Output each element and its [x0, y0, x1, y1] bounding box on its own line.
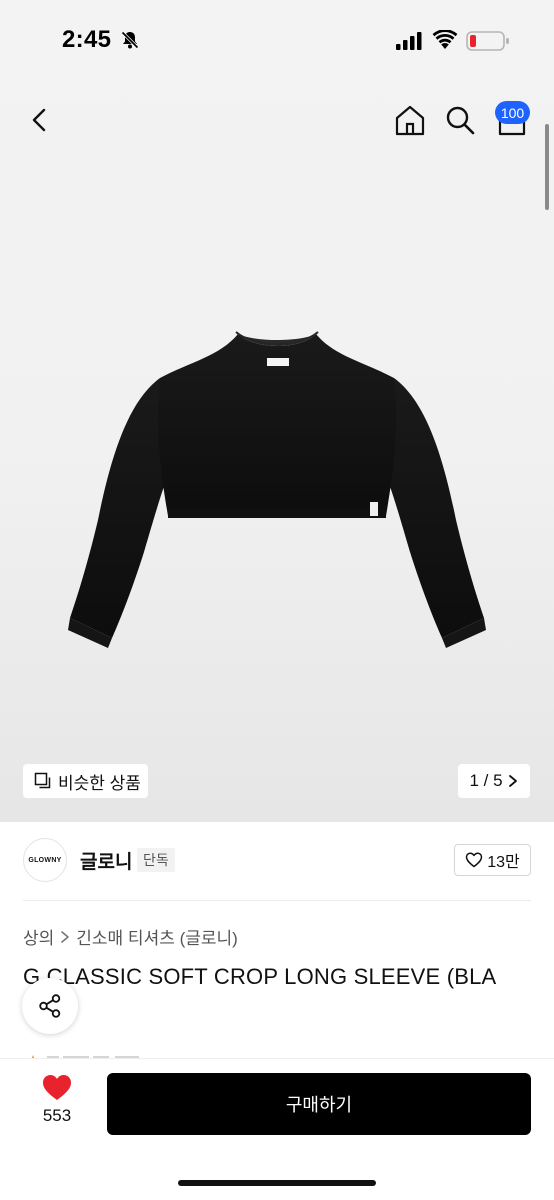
chevron-right-icon: [508, 775, 517, 787]
brand-like-button[interactable]: 13만: [454, 844, 531, 876]
search-icon[interactable]: [442, 102, 478, 138]
gallery-page-indicator[interactable]: 1 / 5: [458, 764, 530, 798]
product-like-count: 553: [42, 1106, 72, 1125]
breadcrumb-subcategory[interactable]: 긴소매 티셔츠 (글로니): [76, 924, 238, 949]
buy-button[interactable]: 구매하기: [107, 1073, 531, 1135]
product-gallery[interactable]: 2:45 100 비슷한 상품 1 / 5: [0, 0, 554, 822]
heart-filled-icon: [43, 1075, 71, 1100]
similar-icon: [34, 772, 51, 789]
heart-outline-icon: [465, 852, 483, 868]
brand-logo-text: GLOWNY: [28, 856, 62, 864]
brand-like-count: 13만: [487, 854, 520, 871]
exclusive-badge: 단독: [137, 848, 175, 872]
share-icon: [39, 994, 61, 1018]
brand-logo[interactable]: GLOWNY: [23, 838, 67, 882]
divider: [23, 900, 531, 901]
wifi-icon: [432, 30, 458, 49]
scroll-indicator: [545, 124, 549, 210]
product-image: [68, 331, 486, 648]
product-like-button[interactable]: 553: [30, 1074, 84, 1134]
brand-name[interactable]: 글로니: [80, 847, 132, 874]
status-bar: 2:45: [0, 0, 554, 80]
chevron-right-icon: [61, 930, 70, 943]
signal-icon: [396, 32, 422, 50]
breadcrumb-category[interactable]: 상의: [23, 924, 54, 949]
bell-slash-icon: [121, 31, 139, 49]
cart-count-badge: 100: [495, 101, 530, 124]
similar-products-label: 비슷한 상품: [58, 773, 141, 793]
page-indicator-text: 1 / 5: [469, 771, 503, 790]
home-indicator: [178, 1180, 376, 1186]
breadcrumb: 상의 긴소매 티셔츠 (글로니): [23, 924, 238, 949]
share-button[interactable]: [22, 978, 78, 1034]
back-icon[interactable]: [24, 102, 56, 138]
product-title: G CLASSIC SOFT CROP LONG SLEEVE (BLA: [23, 964, 497, 989]
similar-products-button[interactable]: 비슷한 상품: [23, 764, 148, 798]
battery-icon: [466, 31, 509, 51]
home-icon[interactable]: [392, 102, 428, 138]
status-time: 2:45: [62, 26, 112, 53]
